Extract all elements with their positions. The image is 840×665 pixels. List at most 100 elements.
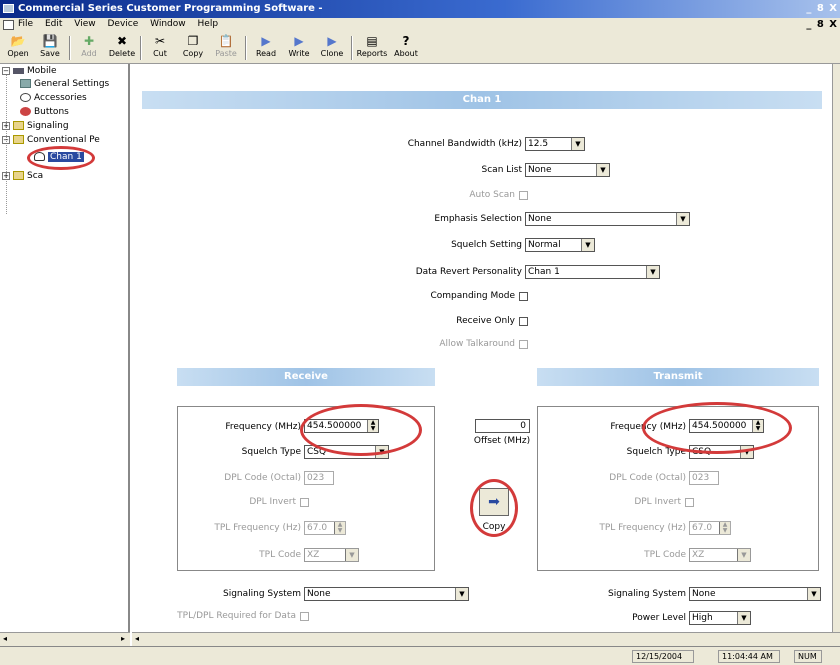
tree-item-general-settings[interactable]: General Settings	[20, 78, 109, 90]
companding-mode-checkbox[interactable]	[519, 292, 528, 301]
power-level-label: Power Level	[632, 613, 686, 623]
offset-input[interactable]: 0	[475, 419, 530, 433]
menu-view[interactable]: View	[74, 19, 95, 29]
cut-button[interactable]: ✂ Cut	[144, 34, 176, 62]
tx-dpl-code-input[interactable]: 023	[689, 471, 719, 485]
auto-scan-label: Auto Scan	[469, 190, 515, 200]
arrow-left-icon[interactable]: ◂	[3, 634, 7, 643]
chevron-down-icon[interactable]: ▼	[581, 239, 594, 251]
clone-button[interactable]: ▶ Clone	[316, 34, 348, 62]
toolbar-separator	[245, 36, 247, 60]
expand-icon[interactable]: +	[2, 171, 10, 180]
spinner-icon[interactable]: ▲ ▼	[334, 522, 345, 534]
menu-edit[interactable]: Edit	[45, 19, 62, 29]
clone-radio-icon: ▶	[327, 34, 337, 48]
transmit-header: Transmit	[537, 368, 819, 386]
chevron-down-icon[interactable]: ▼	[646, 266, 659, 278]
open-button[interactable]: 📂 Open	[2, 34, 34, 62]
menu-file[interactable]: File	[18, 19, 33, 29]
collapse-icon[interactable]: −	[2, 66, 10, 75]
rx-signaling-system-select[interactable]: None ▼	[304, 587, 469, 601]
menu-device[interactable]: Device	[107, 19, 138, 29]
tree-item-scan[interactable]: + Sca	[2, 170, 43, 182]
menu-help[interactable]: Help	[198, 19, 219, 29]
squelch-setting-select[interactable]: Normal ▼	[525, 238, 595, 252]
collapse-icon[interactable]: −	[2, 135, 10, 144]
receive-only-checkbox[interactable]	[519, 317, 528, 326]
toolbar-separator	[140, 36, 142, 60]
emphasis-selection-label: Emphasis Selection	[434, 214, 522, 224]
arrow-right-icon[interactable]: ▸	[121, 634, 125, 643]
chevron-down-icon[interactable]: ▼	[571, 138, 584, 150]
tx-signaling-system-select[interactable]: None ▼	[689, 587, 821, 601]
rx-dpl-code-input[interactable]: 023	[304, 471, 334, 485]
data-revert-personality-label: Data Revert Personality	[415, 267, 522, 277]
companding-mode-label: Companding Mode	[430, 291, 515, 301]
vertical-scrollbar[interactable]	[832, 64, 840, 632]
tx-squelch-type-label: Squelch Type	[626, 447, 686, 457]
rx-tpl-code-select[interactable]: XZ ▼	[304, 548, 359, 562]
spinner-icon[interactable]: ▲ ▼	[719, 522, 730, 534]
tree-item-accessories[interactable]: Accessories	[20, 92, 87, 104]
about-button[interactable]: ? About	[390, 34, 422, 62]
arrow-left-icon[interactable]: ◂	[135, 634, 139, 643]
rx-dpl-invert-checkbox[interactable]	[300, 498, 309, 507]
tree-horizontal-scrollbar[interactable]: ◂ ▸	[0, 632, 130, 646]
tree-item-mobile[interactable]: − Mobile	[2, 65, 57, 77]
tx-tpl-code-select[interactable]: XZ ▼	[689, 548, 751, 562]
open-folder-icon: 📂	[10, 34, 26, 48]
rx-tpl-frequency-input[interactable]: 67.0 ▲ ▼	[304, 521, 346, 535]
chevron-down-icon[interactable]: ▼	[596, 164, 609, 176]
tpl-dpl-required-checkbox[interactable]	[300, 612, 309, 621]
reports-button[interactable]: ▤ Reports	[356, 34, 388, 62]
paste-button[interactable]: 📋 Paste	[210, 34, 242, 62]
copy-button[interactable]: ❐ Copy	[177, 34, 209, 62]
status-time: 11:04:44 AM	[718, 650, 780, 663]
allow-talkaround-checkbox[interactable]	[519, 340, 528, 349]
radio-device-icon	[13, 67, 24, 74]
tx-tpl-frequency-input[interactable]: 67.0 ▲ ▼	[689, 521, 731, 535]
read-button[interactable]: ▶ Read	[250, 34, 282, 62]
data-revert-personality-select[interactable]: Chan 1 ▼	[525, 265, 660, 279]
chevron-down-icon[interactable]: ▼	[737, 549, 750, 561]
chevron-down-icon[interactable]: ▼	[737, 612, 750, 624]
status-bar: 12/15/2004 11:04:44 AM NUM	[0, 646, 840, 665]
chevron-down-icon[interactable]: ▼	[345, 549, 358, 561]
channel-bandwidth-select[interactable]: 12.5 ▼	[525, 137, 585, 151]
chevron-down-icon[interactable]: ▼	[807, 588, 820, 600]
power-level-select[interactable]: High ▼	[689, 611, 751, 625]
rx-signaling-system-label: Signaling System	[223, 589, 301, 599]
title-bar: Commercial Series Customer Programming S…	[0, 0, 840, 18]
expand-icon[interactable]: +	[2, 121, 10, 130]
add-button[interactable]: ✚ Add	[73, 34, 105, 62]
tree-item-signaling[interactable]: + Signaling	[2, 120, 69, 132]
buttons-icon	[20, 107, 31, 116]
rx-tpl-frequency-label: TPL Frequency (Hz)	[214, 523, 301, 533]
chevron-down-icon[interactable]: ▼	[676, 213, 689, 225]
settings-icon	[20, 79, 31, 88]
channel-bandwidth-label: Channel Bandwidth (kHz)	[407, 139, 522, 149]
write-button[interactable]: ▶ Write	[283, 34, 315, 62]
scissors-icon: ✂	[154, 34, 166, 48]
tree-item-conventional-personality[interactable]: − Conventional Pe	[2, 134, 100, 146]
toolbar-separator	[69, 36, 71, 60]
emphasis-selection-select[interactable]: None ▼	[525, 212, 690, 226]
tpl-dpl-required-label: TPL/DPL Required for Data	[177, 611, 296, 621]
scan-list-select[interactable]: None ▼	[525, 163, 610, 177]
window-controls[interactable]: _ 8 X	[806, 3, 838, 14]
delete-button[interactable]: ✖ Delete	[106, 34, 138, 62]
main-horizontal-scrollbar[interactable]: ◂	[132, 632, 840, 646]
chevron-down-icon[interactable]: ▼	[455, 588, 468, 600]
tree-item-buttons[interactable]: Buttons	[20, 106, 69, 118]
squelch-setting-label: Squelch Setting	[451, 240, 522, 250]
toolbar-separator	[351, 36, 353, 60]
auto-scan-checkbox[interactable]	[519, 191, 528, 200]
folder-icon	[13, 135, 24, 144]
mdi-window-controls[interactable]: _ 8 X	[806, 19, 838, 30]
save-button[interactable]: 💾 Save	[34, 34, 66, 62]
tx-dpl-invert-checkbox[interactable]	[685, 498, 694, 507]
menu-window[interactable]: Window	[150, 19, 186, 29]
rx-dpl-code-label: DPL Code (Octal)	[224, 473, 301, 483]
receive-only-label: Receive Only	[456, 316, 515, 326]
menu-bar: File Edit View Device Window Help _ 8 X	[0, 18, 840, 33]
